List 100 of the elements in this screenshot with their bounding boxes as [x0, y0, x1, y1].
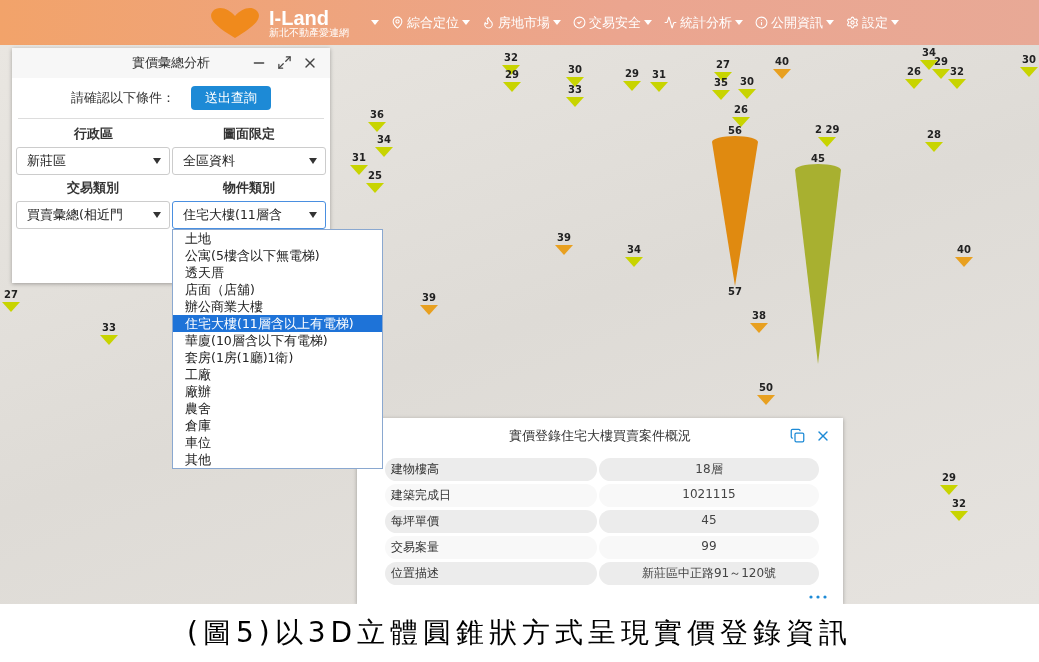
submit-query-button[interactable]: 送出查詢 — [191, 86, 271, 110]
gear-icon — [846, 16, 859, 29]
price-label: 39 — [422, 293, 436, 303]
price-label: 29 — [505, 70, 519, 80]
cone-marker[interactable] — [650, 80, 668, 92]
price-label: 27 — [716, 60, 730, 70]
select-field[interactable]: 全區資料 — [172, 147, 326, 175]
price-label: 25 — [368, 171, 382, 181]
price-label: 30 — [1022, 55, 1036, 65]
price-label: 34 — [627, 245, 641, 255]
field-label: 行政區 — [72, 125, 114, 143]
price-label: 35 — [714, 78, 728, 88]
price-label: 32 — [952, 499, 966, 509]
price-label: 31 — [352, 153, 366, 163]
cone-value-label: 56 — [728, 125, 742, 136]
menu-toggle-button[interactable] — [371, 20, 379, 25]
cone-marker[interactable] — [940, 483, 958, 495]
price-label: 26 — [734, 105, 748, 115]
price-label: 30 — [568, 65, 582, 75]
price-label: 50 — [759, 383, 773, 393]
cone-marker[interactable] — [818, 135, 837, 147]
cone-marker[interactable] — [420, 303, 438, 315]
price-label: 29 — [942, 473, 956, 483]
price-label: 33 — [568, 85, 582, 95]
more-icon[interactable] — [809, 595, 827, 599]
field-label: 圖面限定 — [222, 125, 276, 143]
cone-marker[interactable] — [2, 300, 20, 312]
info-value: 18層 — [599, 458, 819, 481]
info-label: 位置描述 — [385, 562, 597, 585]
info-value: 1021115 — [599, 484, 819, 507]
cone-marker[interactable] — [623, 79, 641, 91]
cone-marker[interactable] — [925, 140, 943, 152]
field-label: 交易類別 — [66, 179, 120, 197]
cone-marker[interactable] — [732, 115, 750, 127]
cone-marker[interactable] — [368, 120, 386, 132]
info-label: 建築完成日 — [385, 484, 597, 507]
cone-marker[interactable] — [905, 77, 923, 89]
info-label: 建物樓高 — [385, 458, 597, 481]
cone-marker[interactable] — [955, 255, 973, 267]
price-label: 26 — [907, 67, 921, 77]
cone-value-label: 57 — [728, 286, 742, 297]
info-label: 每坪單價 — [385, 510, 597, 533]
info-label: 交易案量 — [385, 536, 597, 559]
price-label: 28 — [927, 130, 941, 140]
cone-value-label: 45 — [811, 153, 825, 164]
maximize-icon[interactable] — [277, 55, 292, 70]
cone-marker[interactable] — [566, 75, 584, 87]
price-label: 33 — [102, 323, 116, 333]
cone-marker[interactable] — [932, 67, 950, 79]
pulse-icon — [664, 16, 677, 29]
info-icon — [755, 16, 768, 29]
price-label: 40 — [775, 57, 789, 67]
pin-icon — [391, 16, 404, 29]
check-circle-icon — [573, 16, 586, 29]
cone-marker[interactable] — [712, 88, 730, 100]
price-label: 30 — [740, 77, 754, 87]
price-label: 27 — [4, 290, 18, 300]
logo-subtitle: 新北不動產愛連網 — [269, 27, 349, 38]
cone-marker[interactable] — [950, 509, 968, 521]
price-label: 39 — [557, 233, 571, 243]
cone-marker[interactable] — [100, 333, 118, 345]
price-label: 29 — [625, 69, 639, 79]
info-value: 99 — [599, 536, 819, 559]
cone-marker[interactable] — [350, 163, 368, 175]
info-value: 新莊區中正路91～120號 — [599, 562, 819, 585]
panel-title: 實價彙總分析 — [132, 54, 210, 72]
cone-marker[interactable] — [555, 243, 573, 255]
flame-icon — [482, 16, 495, 29]
price-label: 36 — [370, 110, 384, 120]
cone-marker[interactable] — [948, 77, 966, 89]
info-value: 45 — [599, 510, 819, 533]
price-label: 40 — [957, 245, 971, 255]
logo-title: I-Land — [269, 7, 329, 28]
price-label: 2 29 — [815, 125, 840, 135]
cone-marker[interactable] — [738, 87, 756, 99]
cone-marker[interactable] — [757, 393, 775, 405]
cone-marker[interactable] — [750, 321, 768, 333]
cone-marker[interactable] — [366, 181, 384, 193]
price-label: 34 — [922, 48, 936, 58]
cone-marker[interactable] — [712, 136, 758, 286]
cone-marker[interactable] — [1020, 65, 1038, 77]
price-label: 32 — [504, 53, 518, 63]
figure-caption: (圖5)以3D立體圓錐狀方式呈現實價登錄資訊 — [185, 615, 853, 651]
cone-marker[interactable] — [375, 145, 393, 157]
panel-title: 實價登錄住宅大樓買賣案件概況 — [509, 427, 691, 445]
select-field[interactable]: 買賣彙總(相近門 — [16, 201, 170, 229]
field-label: 物件類別 — [222, 179, 276, 197]
cone-marker[interactable] — [566, 95, 584, 107]
dropdown-option[interactable]: 住宅大樓(11層含以上有電梯) — [173, 315, 382, 332]
price-label: 34 — [377, 135, 391, 145]
prompt-text: 請確認以下條件： — [71, 89, 175, 107]
price-label: 32 — [950, 67, 964, 77]
restore-icon[interactable] — [790, 428, 805, 443]
cone-marker[interactable] — [773, 67, 791, 79]
price-label: 38 — [752, 311, 766, 321]
cone-marker[interactable] — [503, 80, 521, 92]
cone-marker[interactable] — [625, 255, 643, 267]
price-label: 31 — [652, 70, 666, 80]
price-label: 29 — [934, 57, 948, 67]
select-field[interactable]: 新莊區 — [16, 147, 170, 175]
